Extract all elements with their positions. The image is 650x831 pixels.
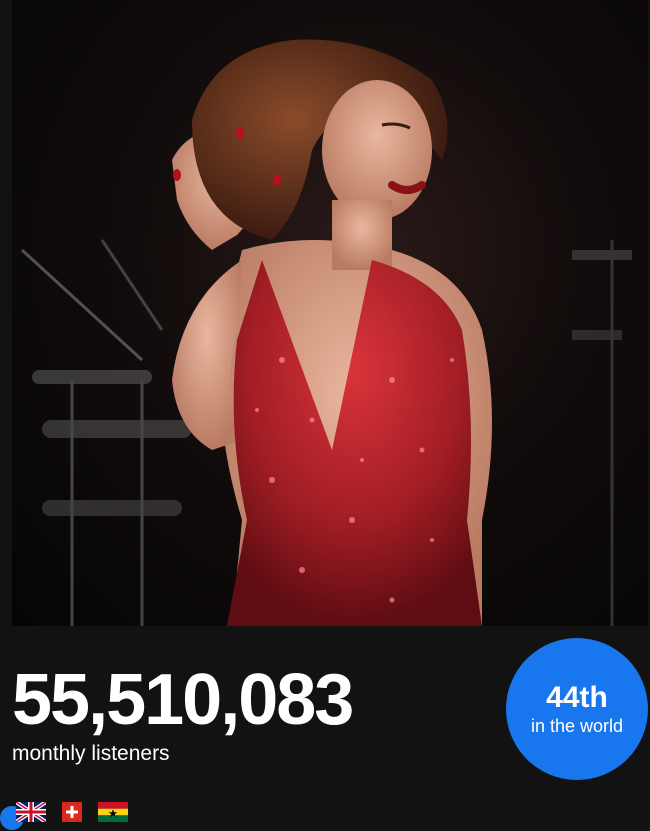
country-flags xyxy=(16,802,128,822)
monthly-listeners-count: 55,510,083 xyxy=(12,660,354,740)
switzerland-flag-icon xyxy=(62,802,82,822)
world-rank-value: 44th xyxy=(546,681,608,714)
uk-flag-icon xyxy=(16,802,46,822)
listeners-stats: 55,510,083 monthly listeners xyxy=(12,660,354,768)
artist-photo-illustration xyxy=(20,39,632,626)
world-rank-badge: 44th in the world xyxy=(506,638,648,780)
artist-stats-card: 55,510,083 monthly listeners 44th in the… xyxy=(0,0,650,831)
ghana-flag-icon xyxy=(98,802,128,822)
monthly-listeners-label: monthly listeners xyxy=(12,742,170,765)
artist-photo xyxy=(12,0,648,626)
world-rank-label: in the world xyxy=(530,716,624,736)
